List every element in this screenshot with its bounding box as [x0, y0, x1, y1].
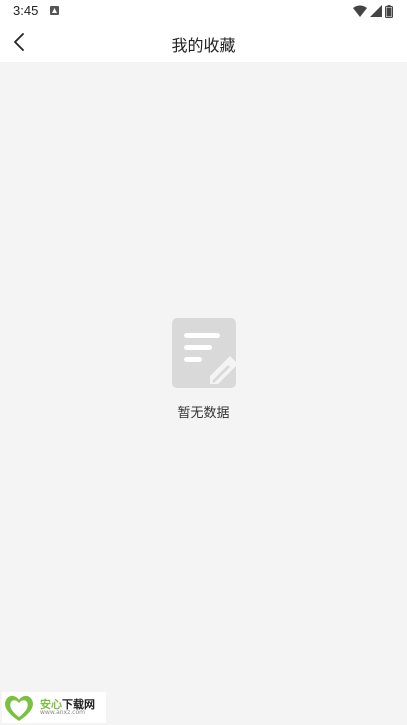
notification-icon	[50, 6, 59, 15]
empty-state: 暂无数据	[0, 318, 407, 421]
note-edit-icon	[171, 318, 236, 388]
content-area: 暂无数据	[0, 62, 407, 725]
status-icons	[353, 4, 393, 18]
page-title: 我的收藏	[171, 36, 236, 55]
status-bar: 3:45	[0, 0, 407, 22]
status-time: 3:45	[13, 3, 39, 18]
watermark-logo: 安心下载网 www.anxz.com	[2, 692, 106, 723]
heart-logo-icon	[5, 695, 33, 721]
empty-message: 暂无数据	[177, 406, 230, 421]
top-bar: 我的收藏	[0, 22, 407, 62]
battery-icon	[385, 4, 393, 18]
wifi-icon	[353, 5, 367, 17]
watermark-text: 安心下载网 www.anxz.com	[40, 698, 95, 717]
signal-icon	[370, 5, 382, 17]
watermark-url: www.anxz.com	[40, 709, 85, 717]
